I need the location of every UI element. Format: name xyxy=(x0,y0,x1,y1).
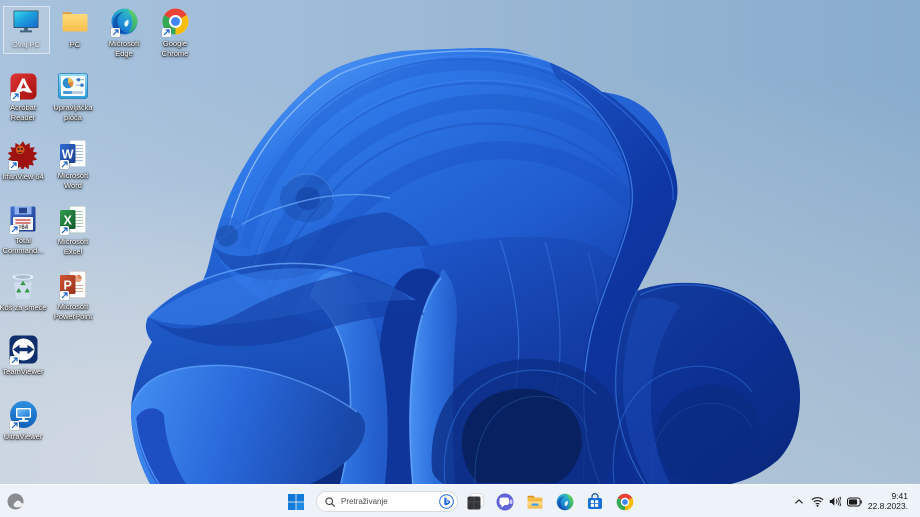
svg-text:=64: =64 xyxy=(18,225,29,231)
